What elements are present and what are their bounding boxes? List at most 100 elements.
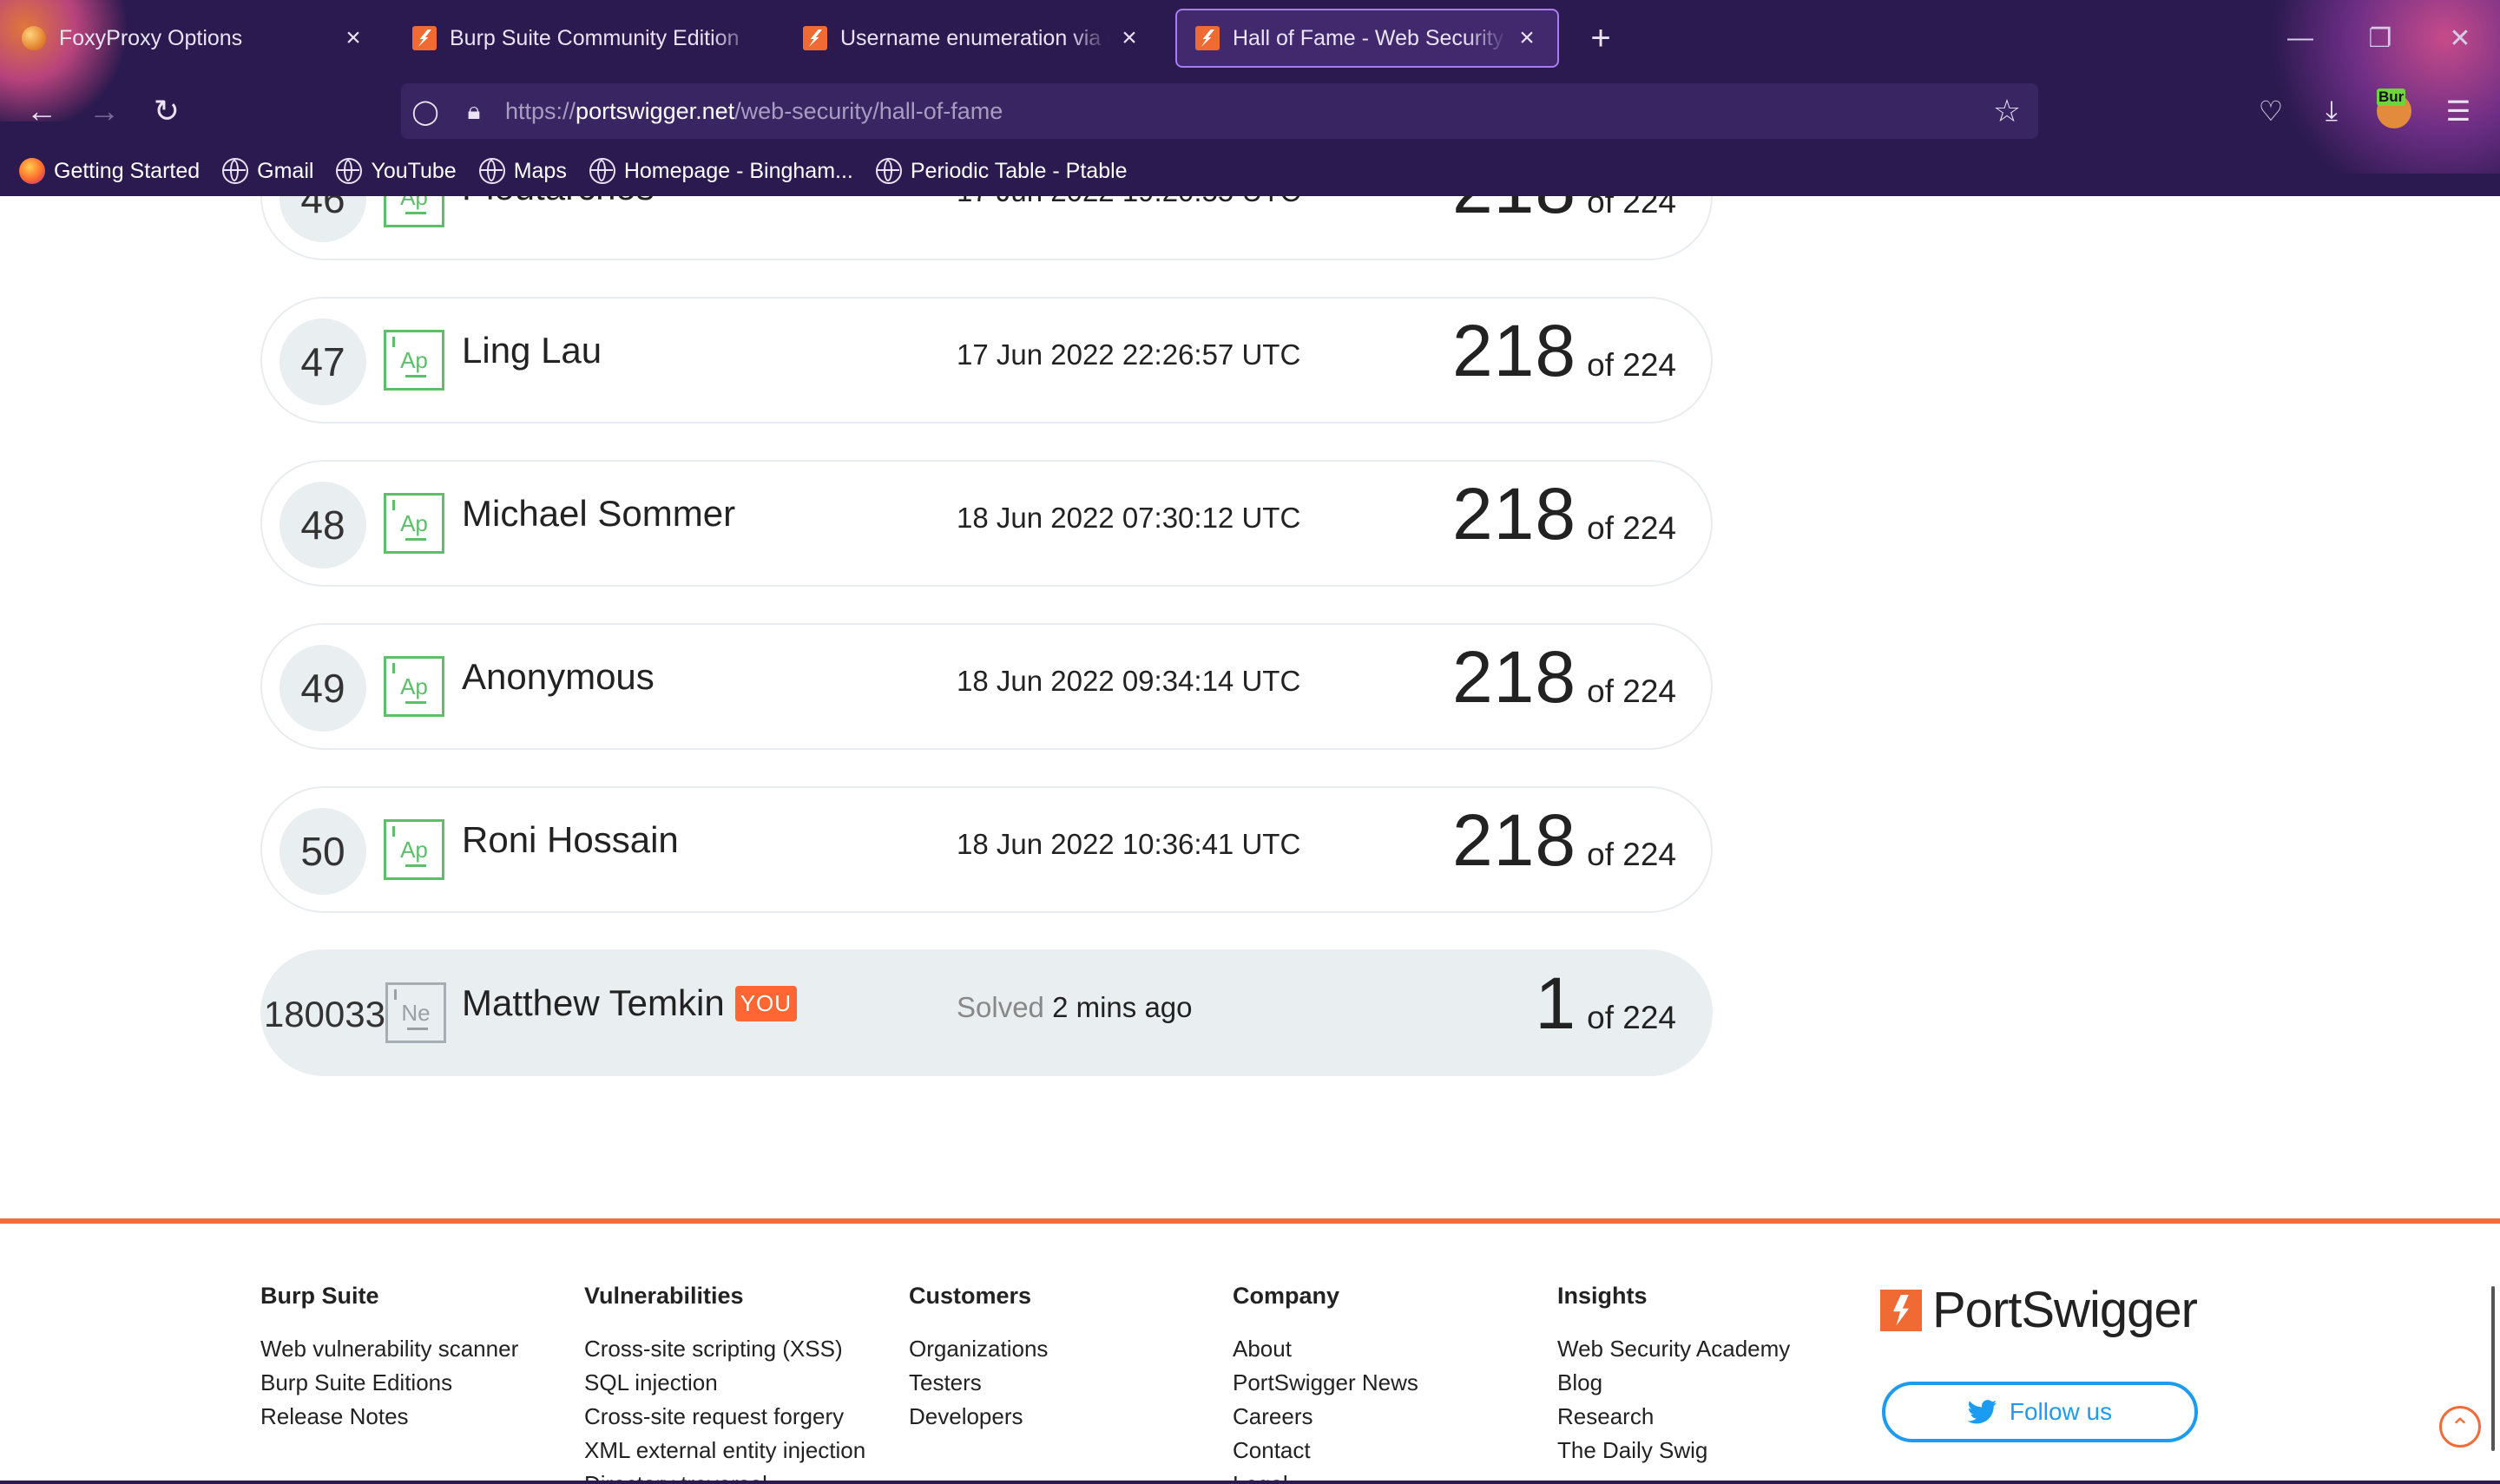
level-badge-icon: Ap [384,656,444,717]
user-name: Ling Lau [462,330,602,371]
footer-link[interactable]: Contact [1233,1434,1418,1468]
follow-us-label: Follow us [2009,1398,2113,1425]
score: 218 of 224 [1452,309,1676,393]
score-value: 218 [1451,473,1577,555]
footer-heading: Burp Suite [260,1283,379,1309]
logo-text: PortSwigger [1932,1282,2198,1338]
scroll-to-top-icon[interactable]: ⌃ [2439,1406,2481,1448]
tab-title: Hall of Fame - Web Security Academy [1233,25,1507,50]
level-badge-icon: Ne [385,982,446,1043]
tab-strip: FoxyProxy Options × Burp Suite Community… [0,0,2500,76]
you-badge: YOU [734,985,798,1021]
footer-link[interactable]: Blog [1557,1366,1790,1400]
footer-link[interactable]: The Daily Swig [1557,1434,1790,1468]
footer-link[interactable]: Burp Suite Editions [260,1366,518,1400]
score-value: 218 [1451,799,1577,881]
portswigger-logo-icon [1880,1289,1922,1331]
score: 218 of 224 [1452,635,1676,719]
footer-column-customers: Customers Organizations Testers Develope… [909,1283,1048,1434]
tab-username-enumeration[interactable]: Username enumeration via different respo… [785,9,1160,68]
score-total: of 224 [1587,1000,1676,1035]
score: 218 of 224 [1452,472,1676,556]
page-scrollbar[interactable] [2491,1286,2495,1451]
tab-hall-of-fame[interactable]: Hall of Fame - Web Security Academy × [1175,9,1559,68]
bookmark-homepage[interactable]: Homepage - Bingham... [589,158,853,184]
score-total: of 224 [1587,510,1676,546]
footer-link[interactable]: Developers [909,1400,1048,1434]
bookmark-label: Homepage - Bingham... [623,158,853,183]
footer-link[interactable]: Cross-site scripting (XSS) [584,1332,865,1366]
lock-icon[interactable]: 🔒︎ [450,97,498,126]
pocket-icon[interactable]: ♡ [2247,87,2295,135]
footer-heading: Vulnerabilities [584,1283,744,1309]
bookmark-periodic-table[interactable]: Periodic Table - Ptable [875,158,1128,184]
solved-time: Solved 2 mins ago [957,991,1193,1024]
bookmark-getting-started[interactable]: Getting Started [19,158,200,184]
rank-number: 48 [280,482,366,568]
footer-link[interactable]: Careers [1233,1400,1418,1434]
leaderboard-row-current-user: 180033 Ne Matthew Temkin YOU Solved 2 min… [260,949,1713,1076]
portswigger-logo[interactable]: PortSwigger [1880,1281,2198,1339]
score: 1 of 224 [1535,962,1676,1046]
close-icon[interactable]: × [340,23,366,52]
footer-link[interactable]: Testers [909,1366,1048,1400]
url-host: portswigger.net [576,97,735,124]
tab-foxyproxy[interactable]: FoxyProxy Options × [3,9,384,68]
twitter-bird-icon [1967,1400,1997,1424]
globe-icon [875,158,902,184]
hamburger-menu-icon[interactable]: ☰ [2434,87,2483,135]
reload-icon[interactable]: ↻ [142,87,191,135]
leaderboard-row: 50 Ap Roni Hossain 18 Jun 2022 10:36:41 … [260,786,1713,913]
forward-arrow-icon[interactable]: → [80,87,128,135]
bookmark-label: Maps [513,158,567,183]
footer-link[interactable]: XML external entity injection [584,1434,865,1468]
shield-icon[interactable]: ◯ [401,97,450,126]
window-bottom-edge [0,1481,2500,1484]
leaderboard-row: 47 Ap Ling Lau 17 Jun 2022 22:26:57 UTC … [260,297,1713,424]
back-arrow-icon[interactable]: ← [17,87,66,135]
level-badge-icon: Ap [384,330,444,391]
footer-link[interactable]: Organizations [909,1332,1048,1366]
url-text[interactable]: https://portswigger.net/web-security/hal… [505,98,1003,125]
burp-extension-icon[interactable]: Bur [2370,87,2418,135]
footer-link[interactable]: Research [1557,1400,1790,1434]
footer-link[interactable]: Release Notes [260,1400,518,1434]
follow-us-button[interactable]: Follow us [1882,1382,2198,1442]
rank-number: 46 [280,196,366,242]
close-icon[interactable]: × [1514,23,1540,52]
footer-link[interactable]: Web vulnerability scanner [260,1332,518,1366]
footer-link[interactable]: PortSwigger News [1233,1366,1418,1400]
rank-number: 50 [280,808,366,895]
footer-link[interactable]: Web Security Academy [1557,1332,1790,1366]
globe-icon [589,158,615,184]
download-icon[interactable]: ⤓ [2307,87,2356,135]
tab-burp-suite[interactable]: Burp Suite Community Edition [394,9,774,68]
completion-date: 18 Jun 2022 07:30:12 UTC [957,502,1301,534]
address-bar[interactable]: ◯ 🔒︎ https://portswigger.net/web-securit… [401,83,2038,139]
user-name: Anonymous [462,656,655,697]
footer-column-company: Company About PortSwigger News Careers C… [1233,1283,1418,1484]
bookmark-label: YouTube [371,158,457,183]
restore-icon[interactable]: ❐ [2354,12,2406,64]
score-total: of 224 [1587,673,1676,709]
bookmark-star-icon[interactable]: ☆ [1988,92,2026,130]
footer-link[interactable]: SQL injection [584,1366,865,1400]
footer-link[interactable]: About [1233,1332,1418,1366]
window-close-icon[interactable]: ✕ [2434,12,2486,64]
bookmark-gmail[interactable]: Gmail [222,158,313,184]
bookmark-label: Gmail [257,158,314,183]
user-name: Ploutarchos [462,196,655,208]
bookmark-maps[interactable]: Maps [478,158,567,184]
solved-label: Solved [957,991,1044,1023]
tab-title: FoxyProxy Options [59,25,243,50]
footer-heading: Company [1233,1283,1340,1309]
score-value: 218 [1451,636,1577,718]
score-total: of 224 [1587,837,1676,872]
rank-number: 47 [280,318,366,405]
footer-link[interactable]: Cross-site request forgery [584,1400,865,1434]
close-icon[interactable]: × [1116,23,1142,52]
minimize-icon[interactable]: — [2274,12,2326,64]
bookmark-youtube[interactable]: YouTube [336,158,457,184]
new-tab-button[interactable]: + [1578,16,1623,61]
url-scheme: https:// [505,97,576,124]
